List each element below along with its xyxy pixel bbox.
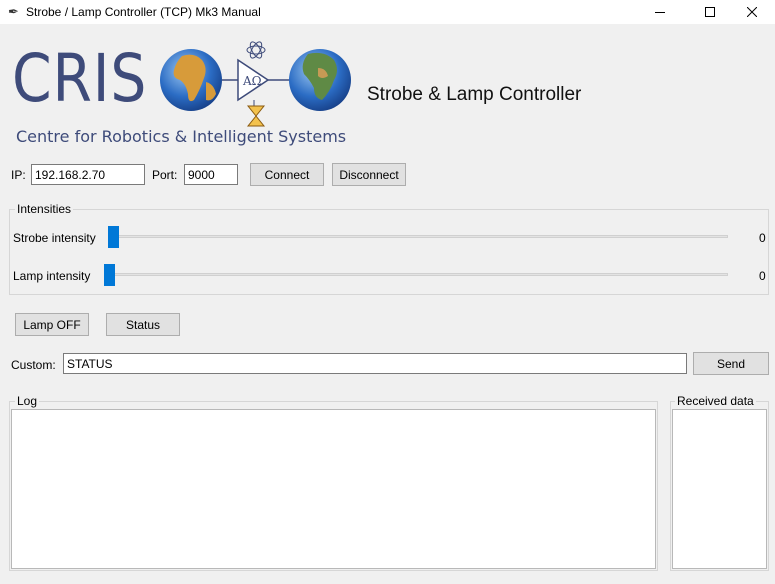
logo-subtitle: Centre for Robotics & Intelligent System… <box>16 127 347 146</box>
received-data-textarea[interactable] <box>672 409 767 569</box>
cris-logo-text: CRIS <box>12 40 148 117</box>
svg-text:AΩ: AΩ <box>242 74 262 88</box>
strobe-intensity-slider[interactable] <box>108 235 728 238</box>
globe-left-icon <box>160 49 222 111</box>
custom-label: Custom: <box>11 358 56 372</box>
custom-command-input[interactable] <box>63 353 687 374</box>
hourglass-icon <box>246 100 266 127</box>
strobe-intensity-label: Strobe intensity <box>13 231 96 245</box>
feather-icon: ✒ <box>8 4 19 19</box>
minimize-button[interactable] <box>637 0 683 24</box>
send-button[interactable]: Send <box>693 352 769 375</box>
intensities-title: Intensities <box>15 202 74 216</box>
close-button[interactable] <box>729 0 775 24</box>
globe-right-icon <box>289 49 351 111</box>
log-title: Log <box>15 394 40 408</box>
title-bar: ✒ Strobe / Lamp Controller (TCP) Mk3 Man… <box>0 0 775 24</box>
lamp-toggle-button[interactable]: Lamp OFF <box>15 313 89 336</box>
lamp-intensity-slider[interactable] <box>104 273 728 276</box>
window-title: Strobe / Lamp Controller (TCP) Mk3 Manua… <box>26 5 261 19</box>
port-input[interactable] <box>184 164 238 185</box>
status-button[interactable]: Status <box>106 313 180 336</box>
ip-input[interactable] <box>31 164 145 185</box>
app-heading: Strobe & Lamp Controller <box>367 84 582 105</box>
lamp-intensity-label: Lamp intensity <box>13 269 91 283</box>
log-textarea[interactable] <box>11 409 656 569</box>
disconnect-button[interactable]: Disconnect <box>332 163 406 186</box>
intensities-group <box>9 209 769 295</box>
connect-button[interactable]: Connect <box>250 163 324 186</box>
strobe-slider-thumb[interactable] <box>108 226 119 248</box>
maximize-button[interactable] <box>687 0 733 24</box>
close-icon <box>747 7 757 17</box>
port-label: Port: <box>152 168 178 182</box>
lamp-slider-thumb[interactable] <box>104 264 115 286</box>
maximize-icon <box>705 7 715 17</box>
atom-icon <box>246 41 266 59</box>
cris-logo-graphic: AΩ <box>160 41 351 127</box>
received-data-title: Received data <box>675 394 756 408</box>
minimize-icon <box>655 12 665 13</box>
ip-label: IP: <box>11 168 26 182</box>
lamp-intensity-value: 0 <box>759 269 766 283</box>
amplifier-icon: AΩ <box>237 58 270 102</box>
strobe-intensity-value: 0 <box>759 231 766 245</box>
